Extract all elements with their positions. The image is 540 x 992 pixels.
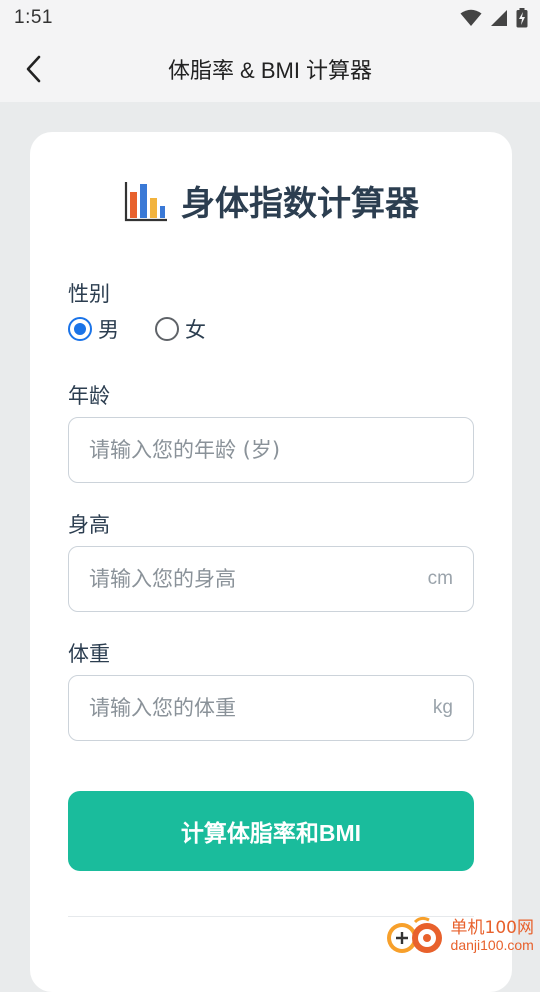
height-input-box[interactable]: cm (68, 546, 474, 612)
radio-button-female[interactable] (155, 317, 179, 341)
calculate-button-label: 计算体脂率和BMI (180, 820, 362, 846)
age-label: 年龄 (68, 384, 110, 408)
status-bar: 1:51 (0, 0, 540, 36)
height-label: 身高 (68, 513, 110, 537)
battery-charging-icon (516, 8, 528, 28)
radio-button-male[interactable] (68, 317, 92, 341)
gender-option-male-label: 男 (98, 318, 119, 342)
watermark-name: 单机100网 (450, 917, 534, 938)
status-icons (460, 8, 528, 28)
age-input[interactable] (89, 438, 453, 462)
card-header: 身体指数计算器 (30, 176, 512, 225)
weight-label: 体重 (68, 642, 110, 666)
watermark-url: danji100.com (450, 936, 534, 953)
cellular-signal-icon (491, 10, 507, 26)
age-input-box[interactable] (68, 417, 474, 483)
app-bar: 体脂率 & BMI 计算器 (0, 36, 540, 102)
weight-input-box[interactable]: kg (68, 675, 474, 741)
back-button[interactable] (14, 49, 54, 89)
chevron-left-icon (26, 55, 41, 83)
weight-input[interactable] (89, 696, 433, 720)
card-title: 身体指数计算器 (181, 184, 419, 224)
gender-label: 性别 (68, 282, 110, 306)
watermark: 单机100网 danji100.com (385, 914, 534, 958)
gender-option-female-label: 女 (185, 318, 206, 342)
watermark-logo-icon (386, 916, 442, 953)
watermark-text: 单机100网 danji100.com (450, 917, 534, 953)
gender-option-male[interactable]: 男 (68, 314, 119, 344)
gender-option-female[interactable]: 女 (155, 314, 206, 344)
app-title: 体脂率 & BMI 计算器 (167, 58, 373, 83)
gender-radio-group: 男 女 (68, 314, 206, 344)
wifi-icon (460, 9, 482, 26)
calculate-button[interactable]: 计算体脂率和BMI (68, 791, 474, 871)
content-area: 身体指数计算器 性别 男 女 年龄 身高 cm 体重 kg (0, 102, 540, 992)
height-unit: cm (427, 568, 453, 589)
calculator-card: 身体指数计算器 性别 男 女 年龄 身高 cm 体重 kg (30, 132, 512, 992)
bar-chart-icon (124, 178, 168, 223)
height-input[interactable] (89, 567, 428, 591)
status-time: 1:51 (14, 7, 53, 28)
weight-unit: kg (432, 697, 453, 718)
